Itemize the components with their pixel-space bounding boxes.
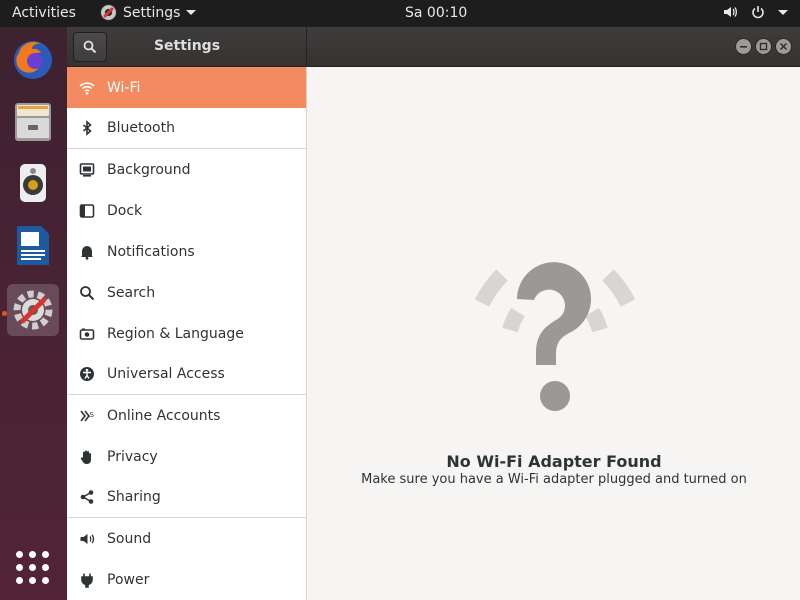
search-icon xyxy=(83,40,97,54)
bell-icon xyxy=(81,245,93,260)
sidebar-item-universal-access[interactable]: Universal Access xyxy=(67,354,306,395)
close-icon xyxy=(779,42,788,51)
power-icon xyxy=(752,6,764,19)
chevron-down-icon xyxy=(186,10,197,15)
system-tray[interactable] xyxy=(722,4,788,20)
firefox-icon xyxy=(14,41,52,79)
svg-text:S: S xyxy=(90,411,95,419)
minimize-button[interactable] xyxy=(735,38,752,55)
settings-app-icon xyxy=(100,4,117,21)
sidebar-item-power[interactable]: Power xyxy=(67,559,306,600)
monitor-icon xyxy=(79,162,95,177)
sidebar-item-label: Online Accounts xyxy=(107,407,221,424)
dock-icon xyxy=(79,203,95,218)
show-applications-button[interactable] xyxy=(16,551,50,585)
app-menu[interactable]: Settings xyxy=(100,4,197,21)
sidebar-item-label: Universal Access xyxy=(107,366,225,382)
search-icon xyxy=(80,285,95,300)
no-wifi-adapter-icon xyxy=(474,262,636,411)
empty-state-title: No Wi-Fi Adapter Found xyxy=(446,452,662,471)
maximize-icon xyxy=(759,42,768,51)
window-controls xyxy=(735,38,792,55)
activities-button[interactable]: Activities xyxy=(12,5,76,21)
wifi-panel: No Wi-Fi Adapter Found Make sure you hav… xyxy=(308,67,800,600)
camera-icon xyxy=(79,328,95,340)
sidebar-item-region-language[interactable]: Region & Language xyxy=(67,313,306,354)
bluetooth-icon xyxy=(82,120,92,136)
sidebar-item-wifi[interactable]: Wi-Fi xyxy=(67,67,306,108)
sidebar-item-label: Sharing xyxy=(107,489,161,505)
dock-item-writer[interactable] xyxy=(7,219,59,271)
empty-state-subtitle: Make sure you have a Wi-Fi adapter plugg… xyxy=(361,472,747,487)
dock-item-files[interactable] xyxy=(7,95,59,147)
top-panel: Activities Settings Sa 00:10 xyxy=(0,0,800,27)
sidebar-item-label: Privacy xyxy=(107,448,158,465)
sidebar-item-notifications[interactable]: Notifications xyxy=(67,231,306,272)
search-button[interactable] xyxy=(73,32,107,62)
sidebar-item-sharing[interactable]: Sharing xyxy=(67,477,306,518)
sidebar-item-background[interactable]: Background xyxy=(67,149,306,190)
grid-icon xyxy=(16,551,23,558)
clock[interactable]: Sa 00:10 xyxy=(405,5,467,21)
sidebar-item-sound[interactable]: Sound xyxy=(67,518,306,559)
dock-item-rhythmbox[interactable] xyxy=(7,157,59,209)
sidebar-item-bluetooth[interactable]: Bluetooth xyxy=(67,108,306,149)
maximize-button[interactable] xyxy=(755,38,772,55)
sidebar-item-label: Notifications xyxy=(107,243,195,260)
dock-item-settings[interactable] xyxy=(7,284,59,336)
file-cabinet-icon xyxy=(15,103,51,141)
dock-item-firefox[interactable] xyxy=(7,33,59,85)
volume-icon xyxy=(724,7,737,17)
sidebar-item-label: Sound xyxy=(107,530,152,547)
sidebar-item-label: Search xyxy=(107,284,156,301)
sidebar-item-dock[interactable]: Dock xyxy=(67,190,306,231)
hand-icon xyxy=(80,450,91,464)
minimize-icon xyxy=(740,46,747,48)
sidebar-item-label: Background xyxy=(107,161,191,178)
window-title: Settings xyxy=(153,38,221,54)
window-header: Settings xyxy=(67,27,800,67)
sidebar-item-label: Dock xyxy=(107,202,143,219)
document-icon xyxy=(17,226,49,265)
sidebar-item-label: Region & Language xyxy=(107,325,244,342)
sidebar-item-search[interactable]: Search xyxy=(67,272,306,313)
sidebar-item-privacy[interactable]: Privacy xyxy=(67,436,306,477)
dock xyxy=(0,27,67,600)
sidebar-header: Settings xyxy=(67,27,307,67)
wifi-icon xyxy=(79,81,95,95)
sidebar-item-online-accounts[interactable]: S Online Accounts xyxy=(67,395,306,436)
close-button[interactable] xyxy=(775,38,792,55)
speaker-icon xyxy=(20,164,46,202)
settings-sidebar: Wi-Fi Bluetooth Background Dock Notifica… xyxy=(67,67,307,600)
plug-icon xyxy=(81,573,93,588)
sidebar-item-label: Bluetooth xyxy=(107,120,175,136)
accessibility-icon xyxy=(80,367,94,381)
online-accounts-icon: S xyxy=(80,410,95,421)
chevron-down-icon xyxy=(778,9,788,15)
settings-icon xyxy=(13,290,53,330)
sidebar-item-label: Power xyxy=(107,571,150,588)
app-menu-label: Settings xyxy=(123,4,181,21)
share-icon xyxy=(80,490,94,504)
sidebar-item-label: Wi-Fi xyxy=(107,79,141,96)
speaker-icon xyxy=(80,533,95,544)
